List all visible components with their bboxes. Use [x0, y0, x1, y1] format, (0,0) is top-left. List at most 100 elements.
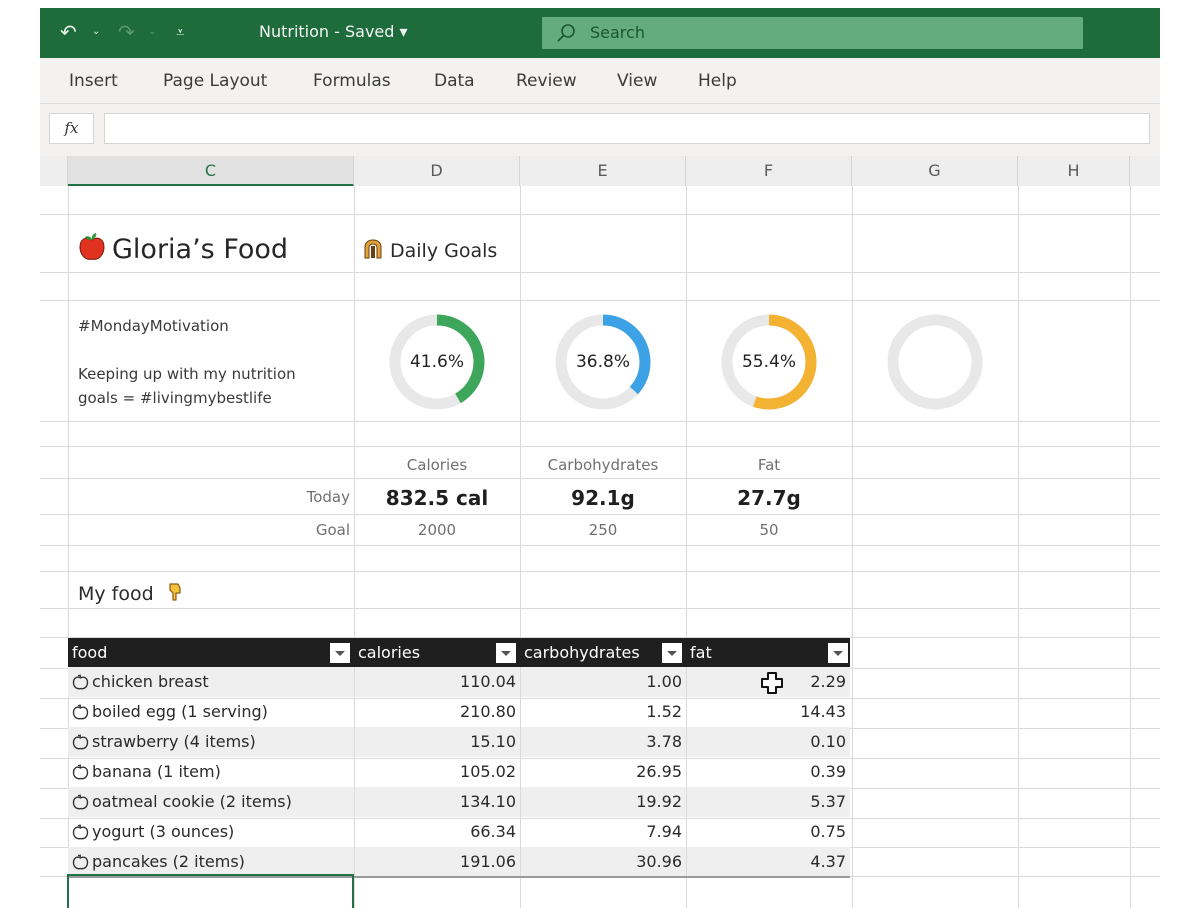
carbohydrates-cell[interactable]: 7.94 — [520, 817, 682, 847]
calories-cell[interactable]: 15.10 — [354, 727, 516, 757]
insert-function-button[interactable]: fx — [49, 113, 94, 144]
food-name-cell[interactable]: oatmeal cookie (2 items) — [72, 787, 358, 817]
food-name-text: oatmeal cookie (2 items) — [92, 792, 292, 811]
active-cell[interactable] — [67, 874, 354, 908]
tab-data[interactable]: Data — [434, 71, 475, 91]
tab-formulas[interactable]: Formulas — [313, 71, 391, 91]
fat-cell[interactable]: 0.10 — [686, 727, 846, 757]
column-header-c[interactable]: C — [68, 156, 354, 186]
calories-cell[interactable]: 110.04 — [354, 667, 516, 697]
carbohydrates-filter-dropdown[interactable] — [662, 643, 682, 663]
row-gridline — [40, 545, 1160, 546]
motivation-hashtag: #MondayMotivation — [78, 317, 229, 335]
search-placeholder: Search — [590, 23, 645, 42]
formula-bar: fx — [40, 104, 1160, 156]
row-gridline — [40, 571, 1160, 572]
table-row[interactable]: pancakes (2 items) 191.06 30.96 4.37 — [68, 847, 850, 877]
tab-view[interactable]: View — [617, 71, 657, 91]
tab-review[interactable]: Review — [516, 71, 577, 91]
customize-quick-access-icon[interactable]: ⩡ — [176, 20, 184, 44]
carbohydrates-cell[interactable]: 1.00 — [520, 667, 682, 697]
tab-insert[interactable]: Insert — [69, 71, 118, 91]
column-header-f[interactable]: F — [686, 156, 852, 186]
column-calories-header: calories — [358, 643, 421, 662]
redo-dropdown-icon[interactable]: ⌄ — [148, 26, 156, 37]
row-gridline — [40, 421, 1160, 422]
tab-help[interactable]: Help — [698, 71, 737, 91]
table-row[interactable]: chicken breast 110.04 1.00 2.29 — [68, 667, 850, 697]
my-food-text: My food — [78, 583, 154, 605]
calories-progress-ring: 41.6% — [387, 312, 487, 412]
carbohydrates-percent: 36.8% — [575, 352, 630, 372]
apple-outline-icon — [72, 764, 89, 780]
calories-cell[interactable]: 191.06 — [354, 847, 516, 877]
carbohydrates-cell[interactable]: 26.95 — [520, 757, 682, 787]
column-header-h[interactable]: H — [1018, 156, 1130, 186]
row-gridline — [40, 446, 1160, 447]
column-header-g[interactable]: G — [852, 156, 1018, 186]
formula-input[interactable] — [104, 113, 1150, 144]
table-column-divider — [686, 667, 687, 877]
carbohydrates-cell[interactable]: 3.78 — [520, 727, 682, 757]
column-header-d[interactable]: D — [354, 156, 520, 186]
empty-progress-ring — [885, 312, 985, 412]
my-food-heading: My food — [78, 582, 184, 605]
sheet-title: Gloria’s Food — [78, 232, 288, 265]
motivation-line: goals = #livingmybestlife — [78, 389, 272, 407]
row-gridline — [40, 478, 1160, 479]
summary-header-fat: Fat — [757, 456, 781, 474]
fat-cell[interactable]: 5.37 — [686, 787, 846, 817]
food-name-cell[interactable]: chicken breast — [72, 667, 358, 697]
table-row[interactable]: strawberry (4 items) 15.10 3.78 0.10 — [68, 727, 850, 757]
food-name-cell[interactable]: boiled egg (1 serving) — [72, 697, 358, 727]
today-carbohydrates: 92.1g — [571, 486, 635, 510]
ribbon-tabs: Insert Page Layout Formulas Data Review … — [40, 58, 1160, 104]
document-title[interactable]: Nutrition - Saved ▾ — [259, 22, 408, 41]
goal-fat: 50 — [759, 521, 779, 539]
fat-cell[interactable]: 0.39 — [686, 757, 846, 787]
carbohydrates-cell[interactable]: 19.92 — [520, 787, 682, 817]
food-name-cell[interactable]: banana (1 item) — [72, 757, 358, 787]
undo-icon[interactable]: ↶ — [60, 20, 77, 44]
summary-header-calories: Calories — [406, 456, 468, 474]
calories-cell[interactable]: 66.34 — [354, 817, 516, 847]
carbohydrates-progress-ring: 36.8% — [553, 312, 653, 412]
cell-select-cursor-icon — [761, 672, 783, 694]
column-food-header: food — [72, 643, 108, 662]
food-name-text: boiled egg (1 serving) — [92, 702, 268, 721]
food-name-cell[interactable]: strawberry (4 items) — [72, 727, 358, 757]
fat-cell[interactable]: 0.75 — [686, 817, 846, 847]
calories-filter-dropdown[interactable] — [496, 643, 516, 663]
redo-icon[interactable]: ↷ — [118, 20, 135, 44]
column-fat-header: fat — [690, 643, 712, 662]
search-box[interactable]: Search — [542, 17, 1083, 49]
undo-dropdown-icon[interactable]: ⌄ — [92, 26, 100, 37]
carbohydrates-cell[interactable]: 30.96 — [520, 847, 682, 877]
fat-cell[interactable]: 14.43 — [686, 697, 846, 727]
apple-icon — [79, 233, 105, 260]
excel-window: ↶ ⌄ ↷ ⌄ ⩡ Nutrition - Saved ▾ Search Ins… — [40, 8, 1160, 908]
table-row[interactable]: yogurt (3 ounces) 66.34 7.94 0.75 — [68, 817, 850, 847]
column-header-i[interactable] — [1130, 156, 1160, 186]
food-name-cell[interactable]: yogurt (3 ounces) — [72, 817, 358, 847]
table-row[interactable]: banana (1 item) 105.02 26.95 0.39 — [68, 757, 850, 787]
column-carbohydrates-header: carbohydrates — [524, 643, 640, 662]
table-row[interactable]: boiled egg (1 serving) 210.80 1.52 14.43 — [68, 697, 850, 727]
table-column-divider — [354, 667, 355, 877]
calories-cell[interactable]: 134.10 — [354, 787, 516, 817]
row-gridline — [40, 608, 1160, 609]
title-bar: ↶ ⌄ ↷ ⌄ ⩡ Nutrition - Saved ▾ Search — [40, 8, 1160, 58]
goal-label: Goal — [315, 521, 350, 539]
food-name-cell[interactable]: pancakes (2 items) — [72, 847, 358, 877]
food-filter-dropdown[interactable] — [330, 643, 350, 663]
tab-page-layout[interactable]: Page Layout — [163, 71, 267, 91]
column-gridline — [1018, 186, 1019, 908]
calories-cell[interactable]: 210.80 — [354, 697, 516, 727]
column-header-e[interactable]: E — [520, 156, 686, 186]
fat-cell[interactable]: 4.37 — [686, 847, 846, 877]
calories-cell[interactable]: 105.02 — [354, 757, 516, 787]
today-calories: 832.5 cal — [385, 486, 489, 510]
carbohydrates-cell[interactable]: 1.52 — [520, 697, 682, 727]
table-row[interactable]: oatmeal cookie (2 items) 134.10 19.92 5.37 — [68, 787, 850, 817]
fat-filter-dropdown[interactable] — [828, 643, 848, 663]
